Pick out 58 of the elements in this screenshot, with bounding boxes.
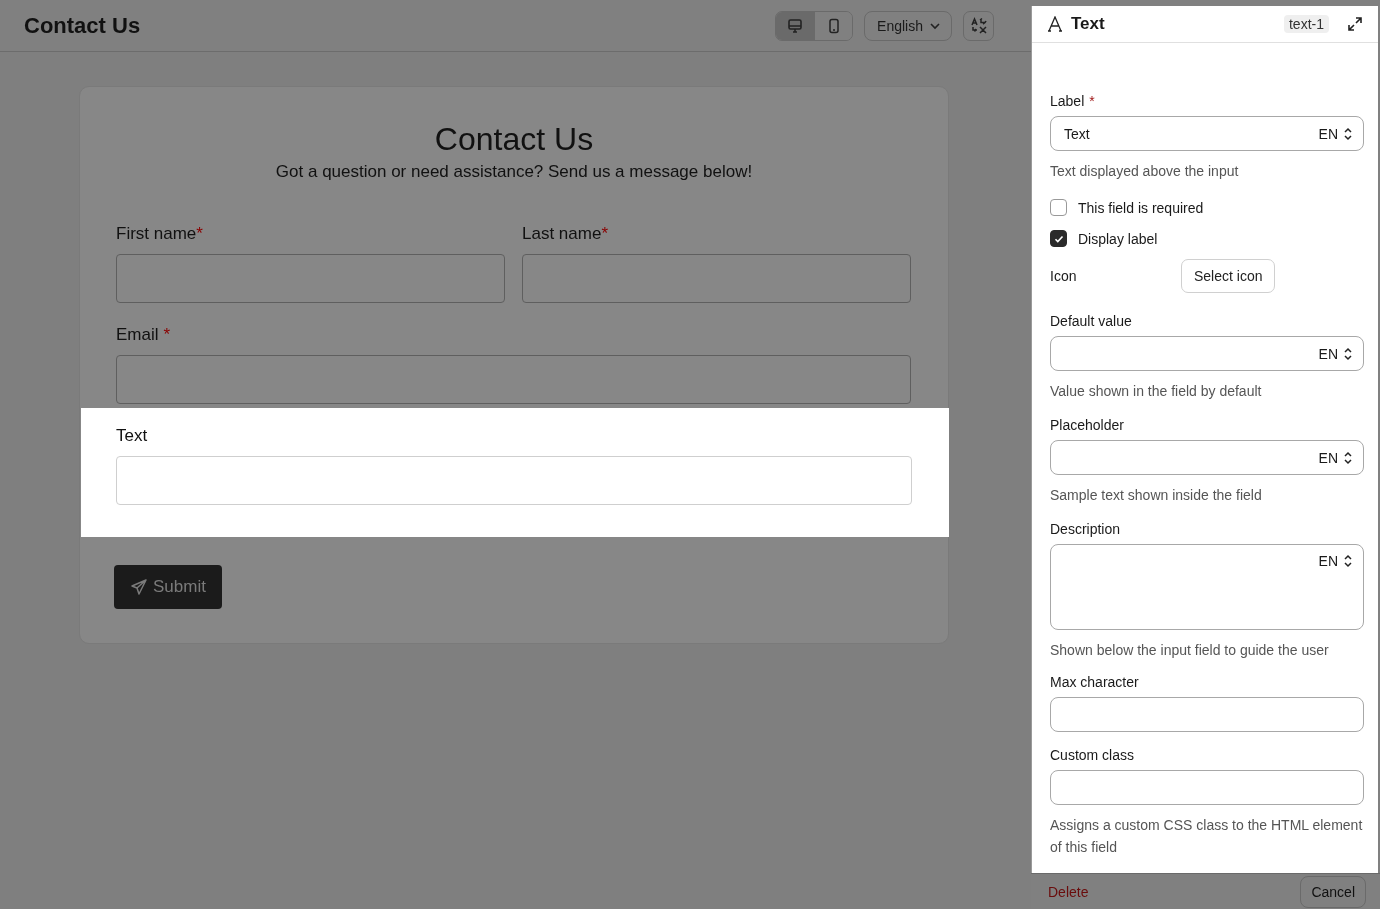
monitor-icon	[787, 17, 804, 34]
translate-button[interactable]	[963, 10, 994, 41]
input-field[interactable]: EN	[1050, 336, 1364, 372]
id-tag: text-1	[1284, 15, 1329, 34]
help-text: Shown below the input field to guide the user	[1050, 641, 1330, 661]
language-dropdown[interactable]: English	[864, 10, 952, 41]
input-field[interactable]: EN	[1050, 440, 1364, 476]
checkbox-label: This field is required	[1078, 199, 1204, 216]
field-label: Description	[1050, 521, 1121, 538]
field-label: Label	[1050, 93, 1085, 110]
input-field[interactable]: Text EN	[1050, 116, 1364, 152]
cancel-button[interactable]: Cancel	[1300, 875, 1366, 908]
field-label: Icon	[1050, 268, 1078, 285]
desktop-view-button[interactable]	[776, 11, 815, 40]
field-label: First name	[116, 224, 197, 244]
language-selector[interactable]: EN	[1318, 553, 1353, 570]
up-down-icon	[1343, 126, 1353, 141]
field-label: Last name	[522, 224, 602, 244]
form-title: Contact Us	[433, 121, 595, 158]
language-selector[interactable]: EN	[1318, 345, 1353, 362]
input-field[interactable]	[1050, 770, 1364, 806]
mobile-view-button[interactable]	[814, 11, 853, 40]
translate-icon	[969, 16, 988, 35]
required-asterisk: *	[1089, 93, 1095, 110]
paper-plane-icon	[130, 578, 148, 596]
input-field[interactable]	[116, 254, 505, 303]
submit-button[interactable]: Submit	[114, 565, 222, 609]
field-label: Email	[116, 325, 159, 345]
help-text: Text displayed above the input	[1050, 162, 1240, 182]
required-asterisk: *	[163, 325, 171, 345]
input-field[interactable]	[522, 254, 911, 303]
form-subtitle: Got a question or need assistance? Send us a message below!	[274, 162, 754, 182]
up-down-icon	[1343, 450, 1353, 465]
field-label: Max character	[1050, 674, 1139, 691]
up-down-icon	[1343, 346, 1353, 361]
language-selector[interactable]: EN	[1318, 125, 1353, 142]
help-text: Sample text shown inside the field	[1050, 486, 1263, 506]
field-label: Custom class	[1050, 747, 1135, 764]
help-text: Value shown in the field by default	[1050, 382, 1263, 402]
checkbox[interactable]	[1050, 230, 1067, 248]
help-text: Assigns a custom CSS class to the HTML element of this field	[1050, 816, 1364, 858]
letter-icon	[1047, 16, 1063, 33]
input-field[interactable]	[116, 355, 911, 404]
text-area[interactable]: EN	[1050, 544, 1364, 631]
checkbox-label: Display label	[1078, 230, 1158, 247]
select-icon-button[interactable]: Select icon	[1181, 259, 1276, 294]
expand-icon[interactable]	[1347, 16, 1363, 33]
panel-title: Text	[1071, 14, 1106, 35]
field-label: Text	[116, 426, 148, 446]
input-field[interactable]	[1050, 697, 1364, 733]
field-label: Placeholder	[1050, 417, 1124, 434]
language-selector[interactable]: EN	[1318, 449, 1353, 466]
field-label: Default value	[1050, 313, 1132, 330]
required-asterisk: *	[601, 224, 608, 244]
up-down-icon	[1343, 554, 1353, 569]
checkbox[interactable]	[1050, 199, 1067, 217]
required-asterisk: *	[196, 224, 203, 244]
page-title: Contact Us	[24, 12, 141, 39]
